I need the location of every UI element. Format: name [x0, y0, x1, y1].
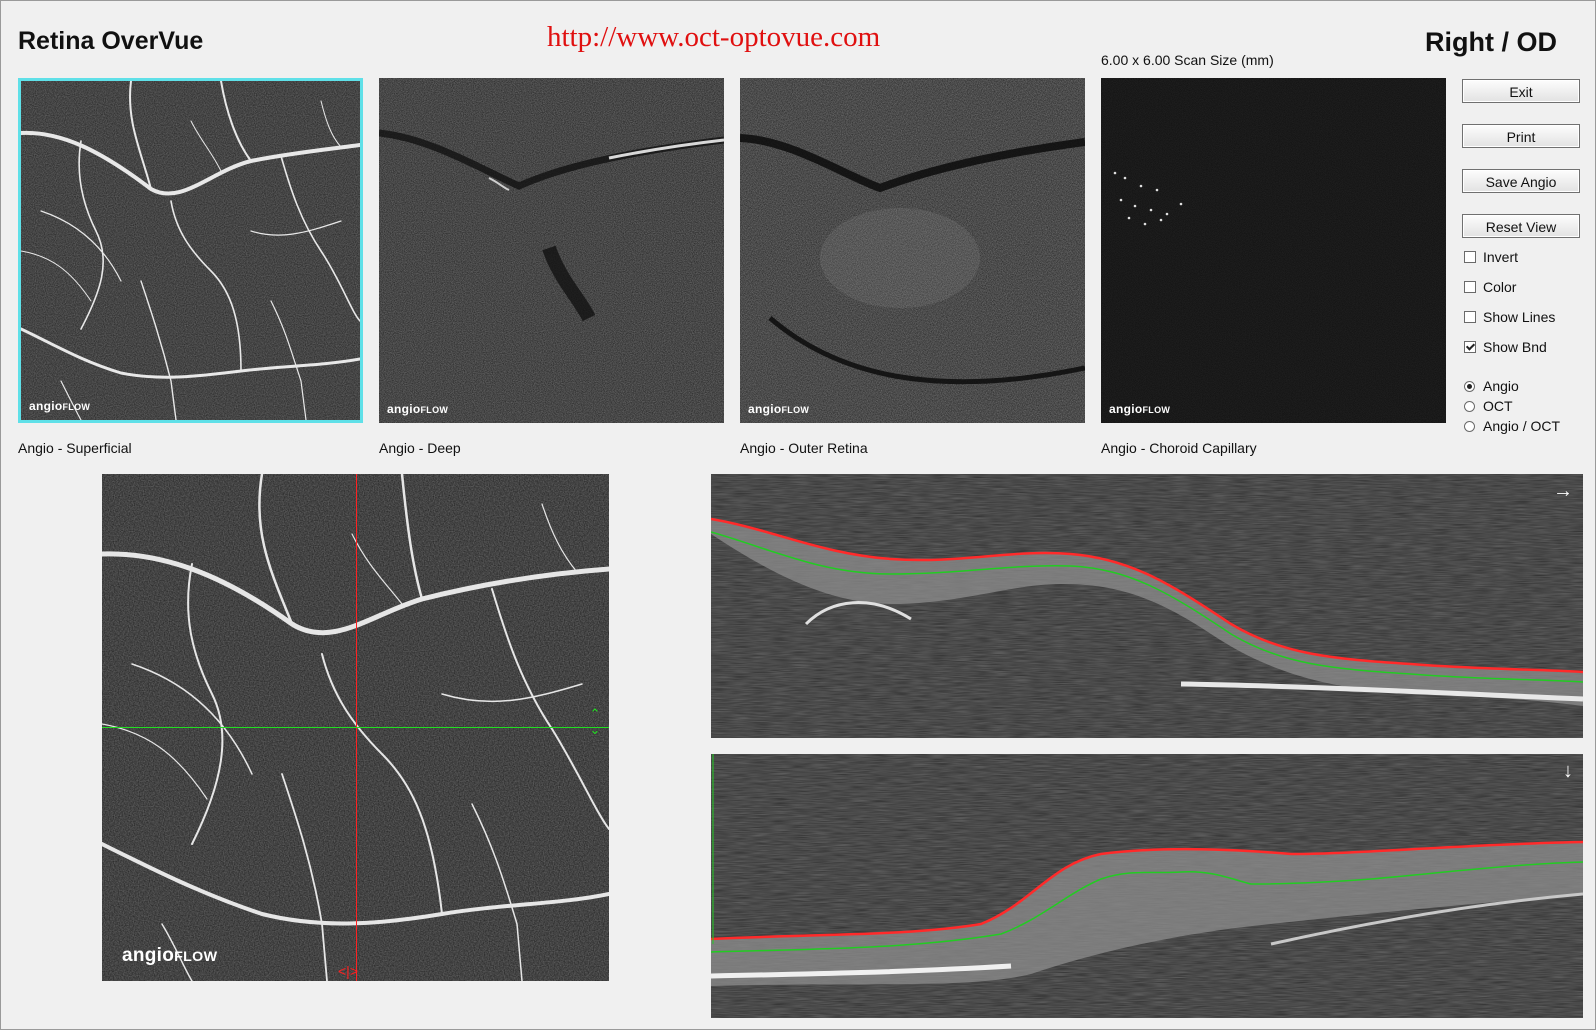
- radio-button[interactable]: [1464, 380, 1475, 392]
- save-angio-button[interactable]: Save Angio: [1462, 169, 1580, 193]
- thumbnail-caption-deep: Angio - Deep: [379, 440, 461, 456]
- show-lines-checkbox[interactable]: Show Lines: [1464, 308, 1555, 326]
- thumbnail-caption-superficial: Angio - Superficial: [18, 440, 132, 456]
- radio-button[interactable]: [1464, 400, 1475, 412]
- main-angiogram-view[interactable]: ⌃ ⌄ <|> angioFLOW: [102, 474, 609, 981]
- checkbox-box[interactable]: [1464, 281, 1476, 293]
- thumbnail-caption-choroid-capillary: Angio - Choroid Capillary: [1101, 440, 1257, 456]
- bscan-vertical-image: [711, 754, 1583, 1018]
- view-mode-radio-angio[interactable]: Angio: [1464, 377, 1519, 395]
- superficial-angiogram: [21, 81, 360, 420]
- view-mode-radio-oct[interactable]: OCT: [1464, 397, 1513, 415]
- view-mode-radio-angio-oct[interactable]: Angio / OCT: [1464, 417, 1560, 435]
- thumbnail-caption-outer-retina: Angio - Outer Retina: [740, 440, 868, 456]
- exit-button[interactable]: Exit: [1462, 79, 1580, 103]
- invert-checkbox[interactable]: Invert: [1464, 248, 1518, 266]
- eye-label: Right / OD: [1425, 27, 1557, 57]
- checkbox-box[interactable]: [1464, 311, 1476, 323]
- angioflow-logo: angioFLOW: [29, 399, 91, 413]
- choroid-capillary-angiogram: [1101, 78, 1446, 423]
- deep-angiogram: [379, 78, 724, 423]
- thumbnail-superficial[interactable]: angioFLOW: [18, 78, 363, 423]
- show-bnd-checkbox[interactable]: Show Bnd: [1464, 338, 1547, 356]
- thumbnail-choroid-capillary[interactable]: angioFLOW: [1101, 78, 1446, 423]
- crosshair-horizontal-line[interactable]: [102, 727, 609, 728]
- thumbnail-outer-retina[interactable]: angioFLOW: [740, 78, 1085, 423]
- checkbox-box[interactable]: [1464, 251, 1476, 263]
- outer-retina-angiogram: [740, 78, 1085, 423]
- horizontal-line-drag-handle[interactable]: ⌃ ⌄: [587, 706, 603, 738]
- color-checkbox[interactable]: Color: [1464, 278, 1516, 296]
- print-button[interactable]: Print: [1462, 124, 1580, 148]
- angioflow-logo: angioFLOW: [748, 402, 810, 416]
- thumbnail-deep[interactable]: angioFLOW: [379, 78, 724, 423]
- bscan-horizontal[interactable]: →: [711, 474, 1583, 738]
- app-title: Retina OverVue: [18, 27, 204, 55]
- vertical-line-drag-handle[interactable]: <|>: [338, 963, 358, 979]
- checkbox-box[interactable]: [1464, 341, 1476, 353]
- reset-view-button[interactable]: Reset View: [1462, 214, 1580, 238]
- angioflow-logo: angioFLOW: [122, 945, 218, 966]
- bscan-horizontal-image: [711, 474, 1583, 738]
- angioflow-logo: angioFLOW: [1109, 402, 1171, 416]
- scan-size-label: 6.00 x 6.00 Scan Size (mm): [1101, 52, 1274, 68]
- bscan-vertical[interactable]: ↓: [711, 754, 1583, 1018]
- horizontal-scan-direction-arrow-icon: →: [1553, 480, 1573, 502]
- website-url: http://www.oct-optovue.com: [547, 21, 881, 53]
- app-window: Retina OverVue http://www.oct-optovue.co…: [0, 0, 1596, 1030]
- vertical-scan-direction-arrow-icon: ↓: [1563, 760, 1573, 782]
- angioflow-logo: angioFLOW: [387, 402, 449, 416]
- radio-button[interactable]: [1464, 420, 1475, 432]
